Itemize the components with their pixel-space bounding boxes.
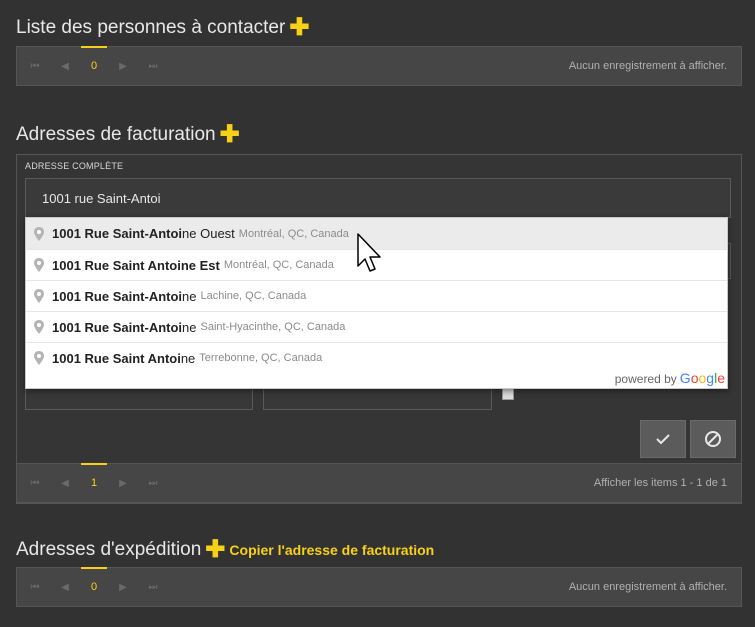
pager-info: Aucun enregistrement à afficher. [568,60,727,72]
shipping-title: Adresses d'expédition [16,539,202,560]
google-logo: Google [680,370,725,386]
powered-by-text: powered by [614,372,677,386]
copy-billing-address-link[interactable]: Copier l'adresse de facturation [229,542,434,558]
previous-page-icon[interactable]: ◀ [50,582,80,593]
google-letter: e [717,370,725,386]
google-letter: g [706,370,715,386]
pager-info: Aucun enregistrement à afficher. [568,581,727,593]
map-pin-icon [34,351,44,365]
current-page-number[interactable]: 1 [80,463,108,502]
contacts-title: Liste des personnes à contacter [16,17,286,38]
billing-title: Adresses de facturation [16,124,216,145]
last-page-icon[interactable]: ⏭ [138,478,168,489]
address-field-label: ADRESSE COMPLÈTE [25,161,124,171]
first-page-icon[interactable]: ⏮ [20,582,50,593]
first-page-icon[interactable]: ⏮ [20,61,50,72]
suggestion-secondary: Terrebonne, QC, Canada [199,352,323,364]
suggestion-rest: ne [182,319,197,335]
suggestion-rest: ne [182,288,197,304]
current-page-number[interactable]: 0 [80,46,108,85]
last-page-icon[interactable]: ⏭ [138,61,168,72]
suggestion-match: 1001 Rue Saint Antoine Est [52,257,220,273]
shipping-section-title: Adresses d'expédition ✚ Copier l'adresse… [16,538,434,562]
next-page-icon[interactable]: ▶ [108,582,138,593]
checkmark-icon [656,434,670,445]
powered-by-google: powered by Google [615,370,725,386]
suggestion-rest: ne [180,350,196,366]
google-letter: G [679,370,691,386]
previous-page-icon[interactable]: ◀ [50,61,80,72]
address-input[interactable] [25,178,731,218]
first-page-icon[interactable]: ⏮ [20,478,50,489]
billing-section-title: Adresses de facturation ✚ [16,123,240,147]
add-billing-plus-icon[interactable]: ✚ [220,123,240,147]
map-pin-icon [34,258,44,272]
suggestion-match: 1001 Rue Saint-Antoi [52,226,183,241]
add-contact-plus-icon[interactable]: ✚ [289,16,309,40]
previous-page-icon[interactable]: ◀ [50,478,80,489]
pager-info: Afficher les items 1 - 1 de 1 [593,477,727,489]
cancel-button[interactable] [690,420,736,458]
map-pin-icon [34,226,44,241]
last-page-icon[interactable]: ⏭ [138,582,168,593]
save-button[interactable] [640,420,686,458]
map-pin-icon [34,289,44,303]
suggestion-secondary: Saint-Hyacinthe, QC, Canada [200,321,346,333]
suggestion-secondary: Lachine, QC, Canada [200,290,307,302]
next-page-icon[interactable]: ▶ [108,61,138,72]
suggestion-match: 1001 Rue Saint-Antoi [52,288,183,304]
cancel-icon [705,431,721,447]
map-pin-icon [34,320,44,334]
suggestion-item[interactable]: 1001 Rue Saint-Antoine Lachine, QC, Cana… [26,280,727,311]
current-page-number[interactable]: 0 [80,567,108,606]
mouse-cursor-icon [357,233,381,272]
suggestion-match: 1001 Rue Saint Antoi [52,350,181,366]
add-shipping-plus-icon[interactable]: ✚ [205,538,225,562]
suggestion-secondary: Montréal, QC, Canada [223,259,334,271]
shipping-pager: ⏮ ◀ 0 ▶ ⏭ Aucun enregistrement à affiche… [16,567,742,607]
contacts-pager: ⏮ ◀ 0 ▶ ⏭ Aucun enregistrement à affiche… [16,46,742,86]
billing-pager: ⏮ ◀ 1 ▶ ⏭ Afficher les items 1 - 1 de 1 [16,463,742,503]
contacts-section-title: Liste des personnes à contacter ✚ [16,16,309,40]
form-checkbox[interactable] [502,388,514,400]
suggestion-secondary: Montréal, QC, Canada [238,227,349,240]
suggestion-match: 1001 Rue Saint-Antoi [52,319,183,335]
suggestion-rest: ne Ouest [182,226,235,241]
next-page-icon[interactable]: ▶ [108,478,138,489]
suggestion-item[interactable]: 1001 Rue Saint-Antoine Saint-Hyacinthe, … [26,311,727,342]
suggestion-item[interactable]: 1001 Rue Saint Antoine Terrebonne, QC, C… [26,342,727,373]
